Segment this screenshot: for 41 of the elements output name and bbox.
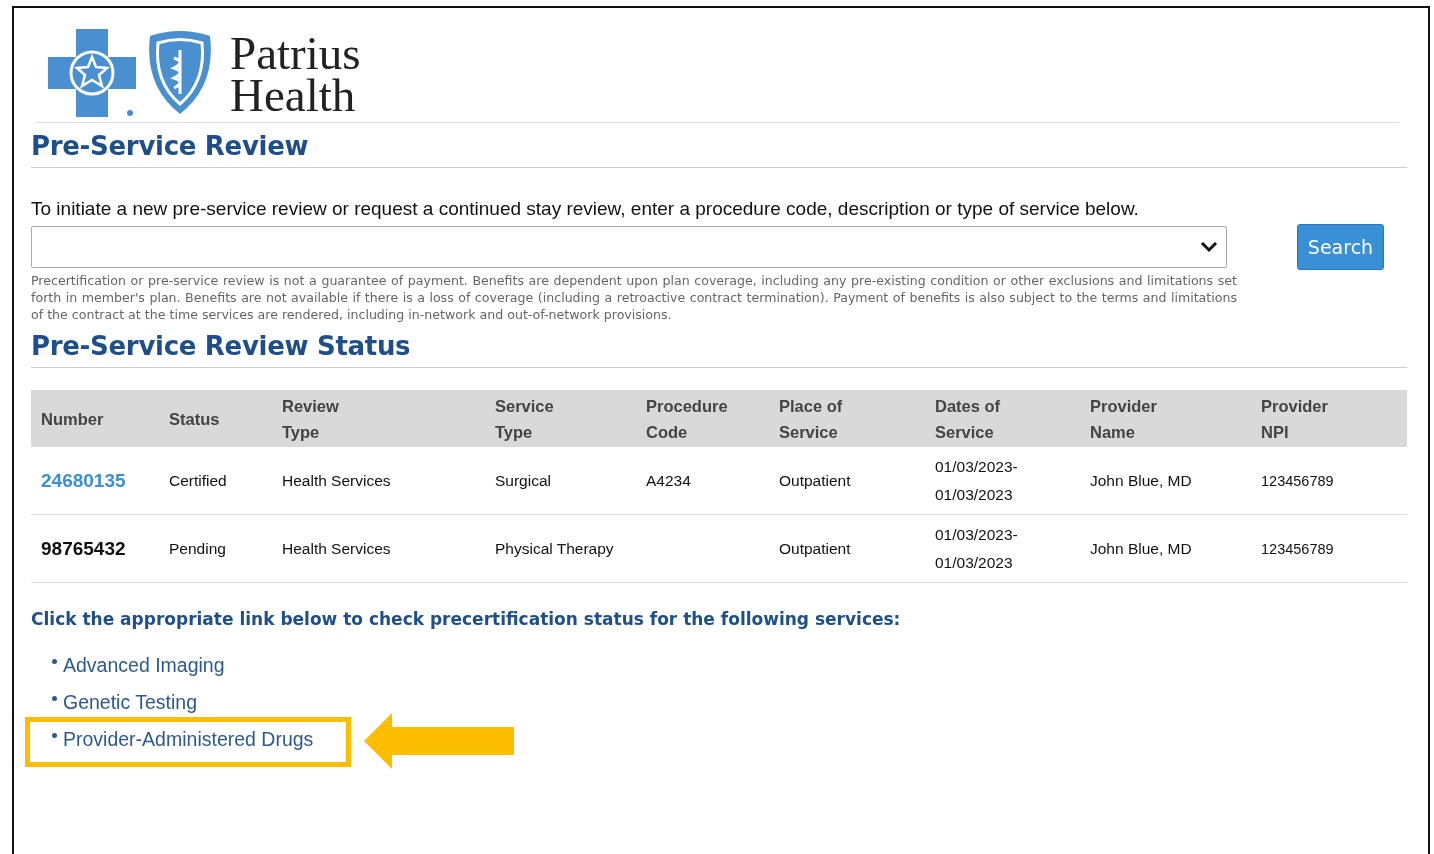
column-header: Service Type: [495, 395, 555, 443]
instruction-text: To initiate a new pre-service review or request a continued stay review, enter a procedure code, description or type of service below.: [31, 198, 1140, 220]
table-cell: A4234: [646, 471, 691, 489]
column-header: Review Type: [282, 395, 340, 443]
cross-logo-icon: [48, 29, 136, 117]
column-header: Dates of Service: [935, 395, 1002, 443]
column-header: Place of Service: [779, 395, 844, 443]
section-heading: Pre-Service Review: [31, 131, 310, 161]
table-cell: Certified: [169, 471, 227, 489]
services-heading: Click the appropriate link below to check precertification status for the following services:: [31, 609, 902, 629]
section-heading: Pre-Service Review Status: [31, 331, 412, 361]
table-cell: Health Services: [282, 539, 391, 557]
table-cell: 01/03/2023-01/03/2023: [935, 457, 1018, 503]
table-cell: Outpatient: [779, 539, 851, 557]
service-link[interactable]: Genetic Testing: [63, 691, 198, 714]
bullet-icon: [52, 659, 57, 664]
service-link[interactable]: Advanced Imaging: [63, 654, 225, 677]
table-cell: Pending: [169, 539, 226, 557]
table-cell: Outpatient: [779, 471, 851, 489]
table-cell: 123456789: [1261, 540, 1334, 557]
disclaimer-text: Precertification or pre-service review is not a guarantee of payment. Benefits are dependent upon plan coverage, including any pre-existing condition or other exclusions and limitations set forth in member's plan. Benefits are not available if there is a loss of coverage (including a retroactive contract termination). Payment of benefits is also subject to the terms and limitations of the contract at the time services are rendered, including in-network and out-of-network provisions.: [31, 272, 1237, 323]
column-header: Number: [41, 408, 105, 430]
column-header: Status: [169, 408, 221, 430]
table-cell: Surgical: [495, 471, 551, 489]
bullet-icon: [52, 696, 57, 701]
table-cell: John Blue, MD: [1090, 539, 1192, 557]
column-header: Procedure Code: [646, 395, 729, 443]
table-cell: Physical Therapy: [495, 539, 614, 557]
table-cell: 01/03/2023-01/03/2023: [935, 525, 1018, 571]
review-number: 98765432: [41, 537, 126, 559]
chevron-down-icon: [1200, 241, 1218, 253]
shield-logo-icon: [146, 30, 214, 116]
bullet-icon: [52, 733, 57, 738]
table-cell: 123456789: [1261, 472, 1334, 489]
logo-text: Patrius Health: [230, 32, 362, 116]
table-cell: John Blue, MD: [1090, 471, 1192, 489]
column-header: Provider NPI: [1261, 395, 1329, 443]
column-header: Provider Name: [1090, 395, 1158, 443]
service-link[interactable]: Provider-Administered Drugs: [63, 728, 314, 751]
procedure-dropdown[interactable]: [31, 226, 1227, 268]
table-cell: Health Services: [282, 471, 391, 489]
